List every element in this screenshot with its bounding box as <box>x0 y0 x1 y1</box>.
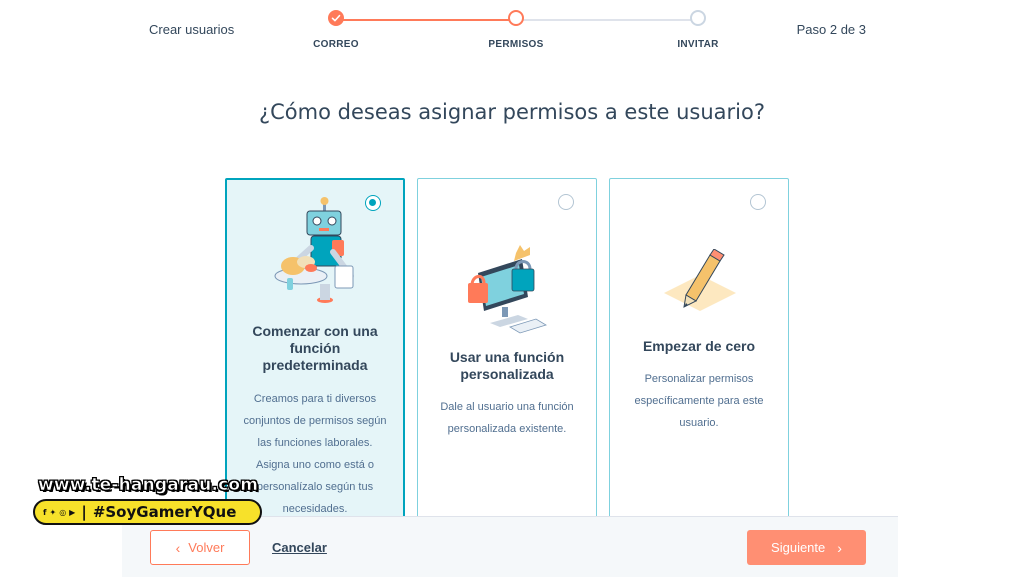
pencil-icon <box>610 248 788 319</box>
radio-from-scratch[interactable] <box>750 194 766 210</box>
back-button-label: Volver <box>188 540 225 555</box>
cancel-link[interactable]: Cancelar <box>272 540 327 555</box>
page-title: Crear usuarios <box>149 22 235 37</box>
instagram-icon: ◎ <box>59 507 67 517</box>
facebook-icon: f <box>43 507 47 517</box>
step-invitar-label: INVITAR <box>677 39 719 50</box>
card-description: Dale al usuario una función personalizad… <box>440 401 574 435</box>
twitter-icon: ✦ <box>49 507 57 517</box>
radio-custom-role[interactable] <box>558 194 574 210</box>
card-title: Empezar de cero <box>642 338 756 354</box>
youtube-icon: ▶ <box>69 507 76 517</box>
option-card-from-scratch[interactable]: Empezar de cero Personalizar permisos es… <box>609 178 789 523</box>
card-description: Personalizar permisos específicamente pa… <box>634 373 764 429</box>
step-counter: Paso 2 de 3 <box>796 22 866 37</box>
card-title: Usar una función personalizada <box>449 349 565 382</box>
checkmark-icon <box>331 14 341 22</box>
next-button-label: Siguiente <box>771 540 826 555</box>
step-correo-marker[interactable] <box>328 10 344 26</box>
watermark-url: www.te-hangarau.com <box>38 475 259 496</box>
card-description: Creamos para ti diversos conjuntos de pe… <box>243 393 387 515</box>
watermark-hashtag: #SoyGamerYQue <box>92 503 237 521</box>
back-button[interactable]: ‹ Volver <box>150 530 250 565</box>
chevron-right-icon: › <box>837 539 842 556</box>
step-permisos-marker[interactable] <box>508 10 524 26</box>
permissions-question: ¿Cómo deseas asignar permisos a este usu… <box>258 100 766 124</box>
next-button[interactable]: Siguiente › <box>747 530 866 565</box>
step-permisos-label: PERMISOS <box>488 39 544 50</box>
computer-lock-icon <box>418 239 596 339</box>
step-correo-label: CORREO <box>313 39 359 50</box>
watermark-hashtag-badge: f ✦ ◎ ▶ | #SoyGamerYQue <box>33 499 262 525</box>
separator: | <box>81 503 87 521</box>
option-card-custom-role[interactable]: Usar una función personalizada Dale al u… <box>417 178 597 523</box>
step-invitar-marker[interactable] <box>690 10 706 26</box>
option-card-default-role[interactable]: Comenzar con una función predeterminada … <box>225 178 405 523</box>
progress-track-done <box>336 19 516 21</box>
card-title: Comenzar con una función predeterminada <box>252 323 378 373</box>
progress-track-pending <box>516 19 698 21</box>
robot-waiter-icon <box>227 196 403 316</box>
chevron-left-icon: ‹ <box>175 539 181 556</box>
